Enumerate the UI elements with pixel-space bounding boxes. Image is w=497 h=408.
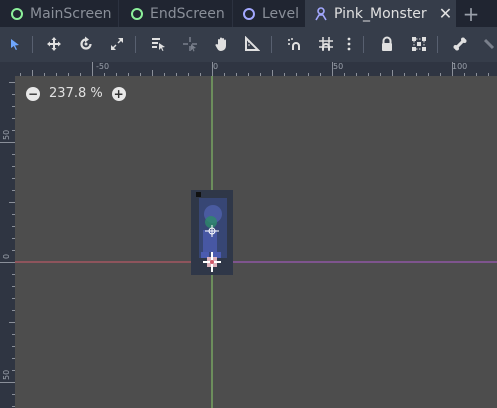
select-tool-icon[interactable] [3, 32, 27, 56]
ruler-tick [332, 62, 333, 76]
tab-level[interactable]: Level [233, 0, 305, 27]
list-select-icon[interactable] [146, 32, 170, 56]
ruler-corner [0, 62, 15, 76]
pan-icon[interactable] [210, 32, 234, 56]
more-options-icon[interactable] [341, 32, 357, 56]
ruler-tick [0, 142, 15, 143]
ruler-label: 0 [213, 62, 219, 71]
tab-label: EndScreen [150, 5, 225, 22]
tab-label: MainScreen [30, 5, 112, 22]
left-ruler[interactable]: 50 0 50 [0, 62, 15, 408]
ruler-label: 0 [2, 253, 11, 259]
zoom-in-button[interactable]: + [111, 86, 126, 101]
pink-monster-sprite[interactable] [191, 190, 233, 275]
zoom-out-button[interactable]: − [26, 86, 40, 101]
scene-tab-bar: MainScreen EndScreen Level Pink_Monster … [0, 0, 497, 27]
tab-label: Pink_Monster [334, 5, 427, 22]
group-icon[interactable] [407, 32, 431, 56]
ruler-label: 50 [2, 369, 11, 380]
canvas-viewport[interactable] [15, 76, 497, 408]
move-tool-icon[interactable] [42, 32, 66, 56]
pivot-icon[interactable] [178, 32, 202, 56]
node-ring-icon [242, 7, 256, 21]
ruler-icon[interactable] [240, 32, 264, 56]
ruler-label: 50 [333, 62, 344, 71]
close-tab-icon[interactable]: ✕ [439, 4, 452, 23]
node-ring-icon [130, 7, 144, 21]
bone-icon[interactable] [448, 32, 472, 56]
ruler-tick [0, 382, 15, 383]
smart-snap-icon[interactable] [282, 32, 306, 56]
rotate-tool-icon[interactable] [74, 32, 98, 56]
lock-icon[interactable] [375, 32, 399, 56]
new-tab-button[interactable]: + [456, 0, 486, 27]
scale-tool-icon[interactable] [105, 32, 129, 56]
tab-mainscreen[interactable]: MainScreen [0, 0, 118, 27]
ruler-label: 100 [452, 62, 468, 71]
ruler-tick [212, 62, 213, 76]
grid-snap-icon[interactable] [314, 32, 338, 56]
ruler-label: -50 [96, 62, 110, 71]
canvas-toolbar [0, 27, 497, 62]
ruler-tick [92, 62, 93, 76]
top-ruler[interactable]: -50 0 50 100 [15, 62, 497, 76]
ruler-label: 50 [2, 129, 11, 140]
tab-label: Level [262, 5, 299, 22]
tab-pink-monster[interactable]: Pink_Monster ✕ [305, 0, 456, 27]
kinematic-body-icon [314, 6, 328, 21]
skeleton-options-icon[interactable] [480, 32, 497, 56]
ruler-tick [452, 62, 453, 76]
zoom-level[interactable]: 237.8 % [49, 86, 103, 101]
zoom-control: − 237.8 % + [26, 86, 126, 101]
tab-endscreen[interactable]: EndScreen [119, 0, 232, 27]
node-ring-icon [10, 7, 24, 21]
ruler-tick [0, 262, 15, 263]
